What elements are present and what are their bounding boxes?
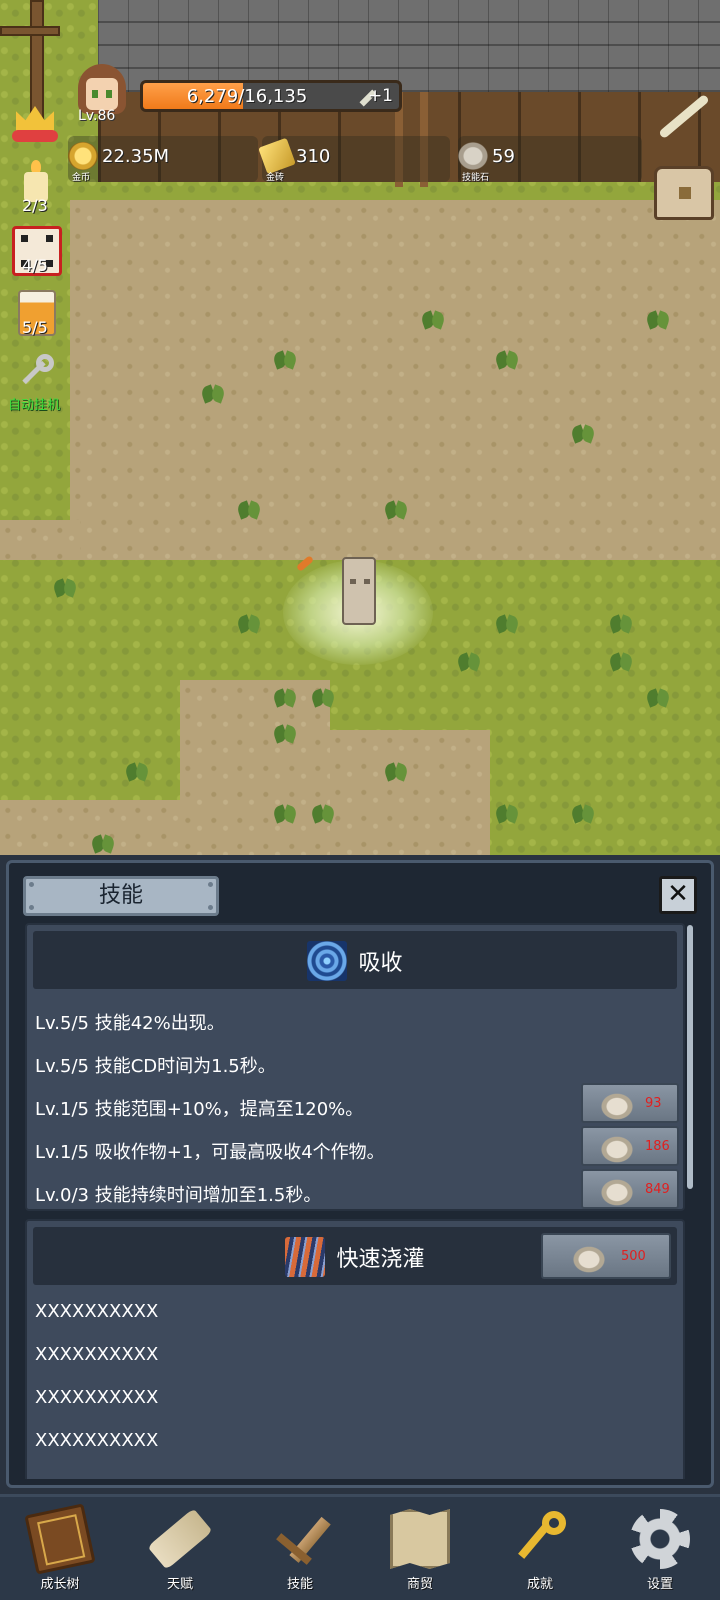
crop-sprout[interactable] bbox=[272, 720, 298, 742]
crop-sprout[interactable] bbox=[272, 800, 298, 822]
skill-stone-icon bbox=[597, 1133, 637, 1163]
skill-line: XXXXXXXXXX bbox=[35, 1301, 159, 1322]
barn-roof bbox=[98, 0, 720, 92]
skill-line: XXXXXXXXXX bbox=[35, 1344, 159, 1365]
crop-sprout[interactable] bbox=[90, 830, 116, 852]
skill-panel: 技能 ✕ 吸收 Lv.5/5 技能42%出现。 Lv.5/5 技能CD时间为1.… bbox=[6, 860, 714, 1488]
skill-card-absorb: 吸收 Lv.5/5 技能42%出现。 Lv.5/5 技能CD时间为1.5秒。 L… bbox=[25, 923, 685, 1211]
game-world[interactable] bbox=[0, 0, 720, 855]
crop-sprout[interactable] bbox=[272, 684, 298, 706]
gear-icon bbox=[630, 1509, 690, 1569]
auto-idle-key-icon[interactable] bbox=[16, 352, 56, 392]
beer-button[interactable]: 5/5 bbox=[12, 290, 64, 342]
nav-skills[interactable]: 技能 bbox=[240, 1497, 360, 1600]
dice-button[interactable]: 4/5 bbox=[12, 226, 64, 280]
skill-line: XXXXXXXXXX bbox=[35, 1387, 159, 1408]
unlock-button[interactable]: 500 bbox=[541, 1233, 671, 1279]
crop-sprout[interactable] bbox=[570, 420, 596, 442]
skill-line: Lv.0/3 技能持续时间增加至1.5秒。 bbox=[35, 1185, 322, 1206]
skill-stone-icon bbox=[458, 142, 488, 170]
crop-sprout[interactable] bbox=[236, 610, 262, 632]
nav-achievements[interactable]: 成就 bbox=[480, 1497, 600, 1600]
dirt-plot-lower-mid bbox=[330, 730, 490, 855]
crop-sprout[interactable] bbox=[236, 496, 262, 518]
gold-bar-icon bbox=[258, 137, 296, 175]
resource-skill-stones[interactable]: 59 技能石 bbox=[458, 136, 642, 183]
skill-stone-icon bbox=[597, 1176, 637, 1206]
player-level: Lv.86 bbox=[78, 108, 116, 124]
skill-list[interactable]: 吸收 Lv.5/5 技能42%出现。 Lv.5/5 技能CD时间为1.5秒。 L… bbox=[25, 923, 689, 1479]
close-icon: ✕ bbox=[667, 879, 689, 909]
skill-line: Lv.1/5 吸收作物+1，可最高吸收4个作物。 bbox=[35, 1142, 385, 1163]
stone-golem-character[interactable] bbox=[342, 557, 376, 625]
close-button[interactable]: ✕ bbox=[659, 876, 697, 914]
candle-button[interactable]: 2/3 bbox=[12, 160, 64, 220]
crop-sprout[interactable] bbox=[310, 684, 336, 706]
skill-stone-icon bbox=[597, 1090, 637, 1120]
crop-sprout[interactable] bbox=[456, 648, 482, 670]
skill-line: Lv.5/5 技能CD时间为1.5秒。 bbox=[35, 1056, 276, 1077]
rain-icon bbox=[285, 1237, 326, 1277]
crop-sprout[interactable] bbox=[420, 306, 446, 328]
crop-sprout[interactable] bbox=[124, 758, 150, 780]
nav-settings[interactable]: 设置 bbox=[600, 1497, 720, 1600]
crop-sprout[interactable] bbox=[272, 346, 298, 368]
crop-sprout[interactable] bbox=[494, 610, 520, 632]
experience-bar: 6,279/16,135 +1 bbox=[140, 80, 402, 112]
sword-icon bbox=[270, 1509, 331, 1569]
bottom-nav: 成长树 天赋 技能 商贸 成就 设置 bbox=[0, 1494, 720, 1600]
treasure-chest-icon[interactable] bbox=[654, 166, 714, 220]
crop-sprout[interactable] bbox=[383, 496, 409, 518]
crop-sprout[interactable] bbox=[608, 610, 634, 632]
crop-sprout[interactable] bbox=[645, 306, 671, 328]
crop-sprout[interactable] bbox=[645, 684, 671, 706]
skill-card-fast-watering: 快速浇灌 500 XXXXXXXXXX XXXXXXXXXX XXXXXXXXX… bbox=[25, 1219, 685, 1479]
crop-sprout[interactable] bbox=[494, 346, 520, 368]
upgrade-button[interactable]: 93 bbox=[581, 1083, 679, 1123]
resource-coins[interactable]: 22.35M 金币 bbox=[68, 136, 258, 183]
nav-talent[interactable]: 天赋 bbox=[120, 1497, 240, 1600]
experience-text: 6,279/16,135 bbox=[186, 86, 308, 107]
crop-sprout[interactable] bbox=[383, 758, 409, 780]
book-icon bbox=[24, 1503, 96, 1575]
auto-idle-label[interactable]: 自动挂机 bbox=[8, 394, 60, 413]
crop-sprout[interactable] bbox=[310, 800, 336, 822]
crown-icon[interactable] bbox=[12, 102, 58, 144]
skill-header: 吸收 bbox=[33, 931, 677, 989]
upgrade-button[interactable]: 186 bbox=[581, 1126, 679, 1166]
nav-growth-tree[interactable]: 成长树 bbox=[0, 1497, 120, 1600]
fence-rail bbox=[0, 26, 60, 36]
nav-trade[interactable]: 商贸 bbox=[360, 1497, 480, 1600]
crop-sprout[interactable] bbox=[200, 380, 226, 402]
coin-icon bbox=[68, 142, 98, 170]
skill-line: Lv.1/5 技能范围+10%，提高至120%。 bbox=[35, 1099, 364, 1120]
skill-stone-icon bbox=[569, 1243, 609, 1273]
panel-title: 技能 bbox=[23, 876, 219, 916]
upgrade-button[interactable]: 849 bbox=[581, 1169, 679, 1209]
crop-sprout[interactable] bbox=[608, 648, 634, 670]
scroll-icon bbox=[147, 1508, 213, 1570]
dirt-plot-lower-left bbox=[180, 680, 330, 855]
crop-sprout[interactable] bbox=[494, 800, 520, 822]
experience-bonus: +1 bbox=[367, 86, 393, 106]
resource-gold-bars[interactable]: 310 金砖 bbox=[258, 136, 450, 183]
key-icon bbox=[510, 1509, 570, 1569]
vortex-icon bbox=[307, 941, 348, 981]
crop-sprout[interactable] bbox=[52, 574, 78, 596]
skill-line: Lv.5/5 技能42%出现。 bbox=[35, 1013, 225, 1034]
dirt-path-left bbox=[0, 520, 80, 560]
map-icon bbox=[390, 1509, 450, 1569]
skill-line: XXXXXXXXXX bbox=[35, 1430, 159, 1451]
crop-sprout[interactable] bbox=[570, 800, 596, 822]
